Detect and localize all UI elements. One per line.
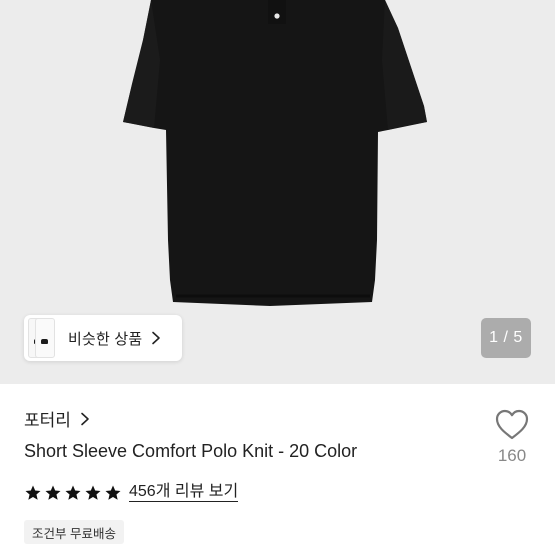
heart-outline-icon — [495, 409, 529, 440]
shipping-badge: 조건부 무료배송 — [24, 520, 124, 544]
similar-product-thumbnail — [35, 318, 55, 358]
brand-name: 포터리 — [24, 411, 71, 430]
like-count: 160 — [497, 446, 527, 465]
brand-link[interactable]: 포터리 — [24, 406, 90, 431]
star-filled-icon — [85, 485, 101, 500]
product-image-gallery[interactable]: 비슷한 상품 1 / 5 — [0, 0, 555, 384]
star-filled-icon — [105, 485, 121, 500]
star-filled-icon — [65, 485, 81, 500]
star-filled-icon — [45, 485, 61, 500]
review-link[interactable]: 456개 리뷰 보기 — [129, 483, 239, 502]
star-filled-icon — [25, 485, 41, 500]
image-counter: 1 / 5 — [481, 318, 531, 358]
star-rating — [24, 484, 122, 502]
chevron-right-icon — [81, 412, 89, 425]
similar-products-button[interactable]: 비슷한 상품 — [24, 315, 182, 361]
product-title: Short Sleeve Comfort Polo Knit - 20 Colo… — [24, 441, 358, 461]
chevron-right-icon — [152, 331, 161, 345]
similar-products-label: 비슷한 상품 — [68, 330, 143, 348]
like-button[interactable]: 160 — [488, 408, 536, 466]
similar-product-thumbnails — [24, 315, 60, 361]
rating-row: 456개 리뷰 보기 — [24, 483, 239, 502]
product-info: 포터리 Short Sleeve Comfort Polo Knit - 20 … — [0, 384, 555, 555]
